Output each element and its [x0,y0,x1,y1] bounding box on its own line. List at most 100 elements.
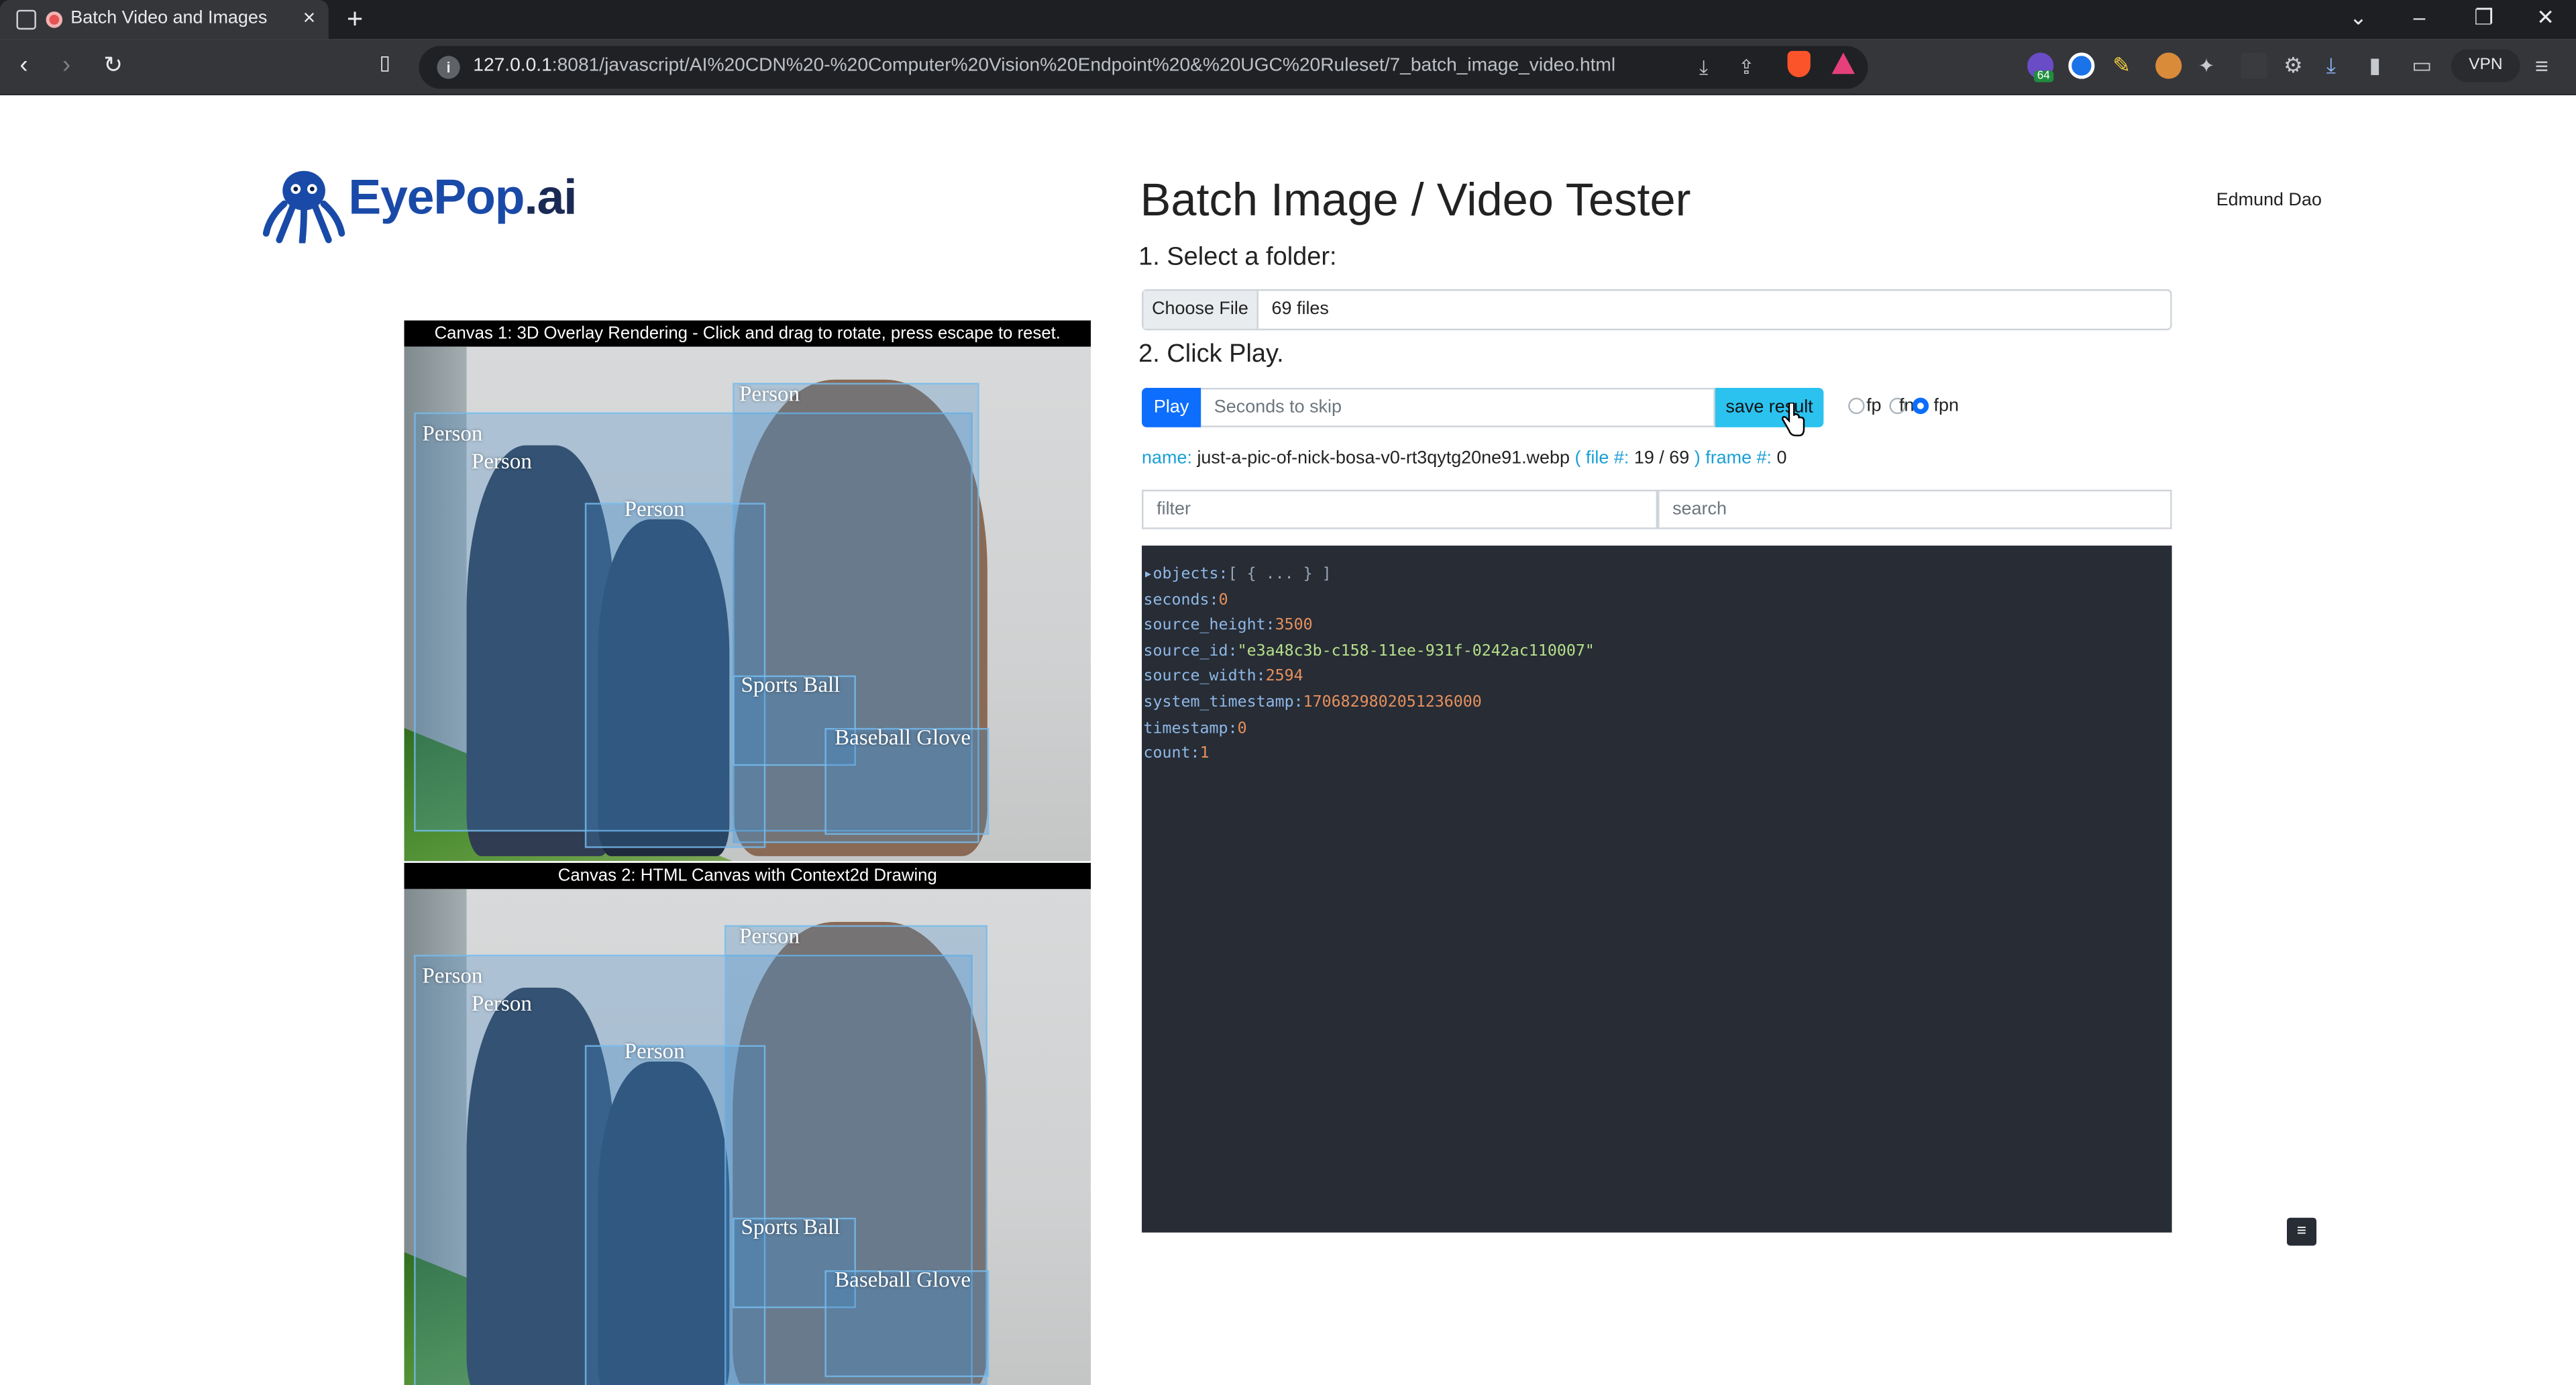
label-person: Person [471,990,532,1016]
file-value: 19 / 69 [1633,448,1690,468]
label-sports-ball: Sports Ball [741,1214,841,1239]
logo-text: EyePop.ai [348,170,577,227]
json-value: 1 [1199,744,1210,763]
pencil-extension-icon[interactable]: ✎ [2112,52,2139,79]
save-result-button[interactable]: save result [1715,387,1824,427]
octopus-logo-icon [262,170,345,244]
new-tab-button[interactable]: + [338,3,371,36]
download-icon[interactable]: ⤓ [1692,56,1715,79]
name-value: just-a-pic-of-nick-bosa-v0-rt3qytg20ne91… [1197,448,1570,468]
json-value: 0 [1218,591,1228,609]
json-line: source_height:3500 [1142,617,2172,642]
json-value: 0 [1237,719,1247,737]
json-line: count:1 [1142,745,2172,770]
json-key: source_height: [1143,616,1275,635]
tab-close-icon[interactable]: × [303,5,316,30]
extension-icon-5[interactable]: ✦ [2198,52,2224,79]
play-button[interactable]: Play [1142,387,1201,427]
brave-rewards-icon[interactable] [1831,52,1855,74]
radio-fp-label: fp [1866,396,1882,416]
folder-file-input[interactable]: Choose File 69 files [1142,289,2172,331]
radio-fpn[interactable] [1912,397,1929,415]
choose-file-button[interactable]: Choose File [1143,291,1258,329]
address-bar[interactable]: i 127.0.0.1:8081/javascript/AI%20CDN%20-… [419,46,1868,89]
label-person: Person [422,963,483,988]
tab-active[interactable]: Batch Video and Images × [0,0,329,40]
minimize-icon[interactable]: – [2414,5,2426,30]
json-value: [ { ... } ] [1228,565,1332,584]
label-sports-ball: Sports Ball [741,672,841,697]
files-count: 69 files [1271,299,1329,319]
json-key: count: [1143,744,1200,763]
user-name[interactable]: Edmund Dao [2216,191,2322,210]
page-content: EyePop.ai Batch Image / Video Tester Edm… [0,95,2576,1385]
json-value: 3500 [1275,616,1313,635]
extension-icon-2[interactable] [2068,52,2095,79]
tab-strip: Batch Video and Images × + ⌄ – ❐ ✕ [0,0,2576,40]
share-icon[interactable]: ⇪ [1735,56,1758,79]
forward-icon[interactable]: › [62,51,70,79]
json-value: 1706829802051236000 [1303,693,1482,712]
canvas-2-caption: Canvas 2: HTML Canvas with Context2d Dra… [404,862,1091,889]
file-label-close: ) [1694,448,1701,468]
browser-toolbar: ‹ › ↻ ▯ i 127.0.0.1:8081/javascript/AI%2… [0,39,2576,96]
step-1-heading: 1. Select a folder: [1138,243,1337,272]
json-key: seconds: [1143,591,1219,609]
json-result-viewer[interactable]: ▸objects:[ { ... } ] seconds:0 source_heig… [1142,546,2172,1233]
canvas-2d-drawing[interactable]: Canvas 2: HTML Canvas with Context2d Dra… [404,862,1091,1385]
step-2-heading: 2. Click Play. [1138,340,1284,368]
json-key: timestamp: [1143,719,1238,737]
search-input[interactable]: search [1658,489,2172,529]
json-key: ▸objects: [1143,565,1228,584]
menu-icon[interactable]: ≡ [2535,52,2561,79]
hand-cursor-icon [1781,403,1805,437]
frame-label: frame #: [1705,448,1772,468]
json-value: 2594 [1265,668,1303,686]
label-person: Person [739,381,800,406]
json-line: timestamp:0 [1142,719,2172,745]
extension-icon-6[interactable] [2241,52,2267,79]
eyepop-logo[interactable]: EyePop.ai [262,168,592,244]
window-close-icon[interactable]: ✕ [2536,5,2555,31]
filter-input[interactable]: filter [1142,489,1658,529]
restore-icon[interactable]: ❐ [2474,5,2493,31]
downloads-icon[interactable]: ⤓ [2326,52,2353,79]
vpn-button[interactable]: VPN [2451,49,2520,83]
file-label: ( file #: [1574,448,1629,468]
url-path: :8081/javascript/AI%20CDN%20-%20Computer… [551,56,1616,76]
canvas-3d-overlay[interactable]: Canvas 1: 3D Overlay Rendering - Click a… [404,320,1091,863]
wallet-icon[interactable]: ▭ [2412,52,2438,79]
json-line: source_id:"e3a48c3b-c158-11ee-931f-0242a… [1142,642,2172,668]
logo-text-main: EyePop [348,170,525,225]
logo-text-suffix: .ai [524,170,577,225]
site-info-icon[interactable]: i [437,56,460,79]
reload-icon[interactable]: ↻ [103,51,123,79]
tab-title: Batch Video and Images [70,8,268,28]
recording-indicator-icon [46,11,63,28]
radio-fpn-label: fpn [1933,396,1959,416]
extensions-icon[interactable]: ⚙ [2284,52,2310,79]
json-value: "e3a48c3b-c158-11ee-931f-0242ac110007" [1237,642,1595,660]
seconds-to-skip-input[interactable]: Seconds to skip [1201,387,1715,427]
sidebar-icon[interactable]: ▮ [2369,52,2395,79]
label-person: Person [624,496,685,521]
url-text: 127.0.0.1:8081/javascript/AI%20CDN%20-%2… [473,56,1615,75]
cookie-extension-icon[interactable] [2155,52,2182,79]
back-icon[interactable]: ‹ [19,51,28,79]
json-key: system_timestamp: [1143,693,1303,712]
url-host: 127.0.0.1 [473,56,552,76]
brave-shields-icon[interactable] [1787,50,1811,78]
menu-toggle-button[interactable]: ≡ [2287,1217,2317,1246]
label-person: Person [471,448,532,474]
canvas-1-caption: Canvas 1: 3D Overlay Rendering - Click a… [404,320,1091,347]
frame-value: 0 [1776,448,1787,468]
canvas-1-scene: Person Person Person Person Sports Ball … [404,346,1091,862]
label-baseball-glove: Baseball Glove [835,1267,971,1292]
json-line[interactable]: ▸objects:[ { ... } ] [1142,565,2172,591]
tab-search-icon[interactable]: ⌄ [2349,5,2367,31]
label-person: Person [739,923,800,949]
file-meta: name: just-a-pic-of-nick-bosa-v0-rt3qytg… [1142,449,1787,468]
radio-fp[interactable] [1848,397,1865,415]
json-line: source_width:2594 [1142,668,2172,693]
bookmark-icon[interactable]: ▯ [380,51,390,74]
